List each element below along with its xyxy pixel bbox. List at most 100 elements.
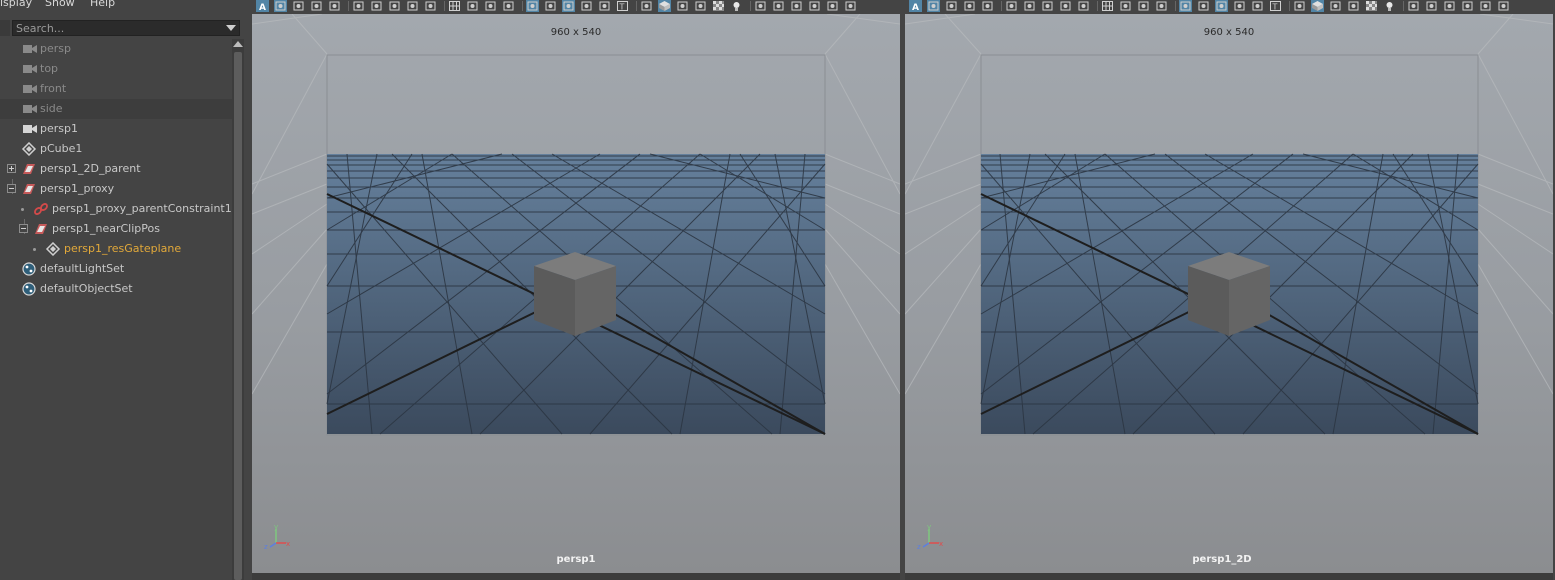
outliner-item[interactable]: persp <box>0 39 232 59</box>
outliner-item[interactable]: persp1_nearClipPos <box>0 219 232 239</box>
bookmark-icon[interactable] <box>310 0 323 12</box>
lock-camera-icon[interactable] <box>1023 0 1036 12</box>
menu-display[interactable]: isplay <box>0 0 32 9</box>
outliner-item[interactable]: front <box>0 79 232 99</box>
camera-2d-icon[interactable] <box>352 0 365 12</box>
depth-icon[interactable] <box>1479 0 1492 12</box>
depth-icon[interactable] <box>826 0 839 12</box>
safe-action-icon[interactable] <box>562 0 575 12</box>
mesh-icon <box>45 241 61 257</box>
camera-icon <box>22 82 38 96</box>
bookmark-tag-icon[interactable] <box>1077 0 1090 12</box>
collapse-icon[interactable] <box>7 184 16 193</box>
smooth-shade-icon[interactable] <box>1293 0 1306 12</box>
ambient-occlusion-icon[interactable] <box>1425 0 1438 12</box>
shaded-cube-icon[interactable] <box>658 0 671 12</box>
texture-icon[interactable] <box>598 0 611 12</box>
smooth-shade-icon[interactable] <box>640 0 653 12</box>
texture-icon[interactable] <box>1251 0 1264 12</box>
resolution-gate-icon[interactable] <box>1137 0 1150 12</box>
outliner-item[interactable]: pCube1 <box>0 139 232 159</box>
outliner-item[interactable]: defaultLightSet <box>0 259 232 279</box>
film-gate-icon[interactable] <box>466 0 479 12</box>
gate-mask-icon[interactable] <box>1197 0 1210 12</box>
outliner-item[interactable]: persp1_resGateplane <box>0 239 232 259</box>
text-icon[interactable]: T <box>616 0 629 12</box>
camera-attr-icon[interactable] <box>292 0 305 12</box>
outliner-item[interactable]: top <box>0 59 232 79</box>
camera-move-icon[interactable] <box>388 0 401 12</box>
outliner-item[interactable]: persp1_proxy <box>0 179 232 199</box>
light-icon[interactable] <box>730 0 743 12</box>
svg-text:x: x <box>939 540 943 548</box>
resolution-gate-icon[interactable] <box>484 0 497 12</box>
outliner-item[interactable]: persp1 <box>0 119 232 139</box>
lock-camera-icon[interactable] <box>370 0 383 12</box>
outliner-item[interactable]: side <box>0 99 232 119</box>
menu-help[interactable]: Help <box>90 0 115 9</box>
isolate-icon[interactable] <box>1497 0 1510 12</box>
letter-a-icon[interactable]: A <box>256 0 269 12</box>
letter-a-icon[interactable]: A <box>909 0 922 12</box>
outliner-item-label: top <box>40 62 59 75</box>
grid-display-icon[interactable] <box>1101 0 1114 12</box>
ambient-occlusion-icon[interactable] <box>772 0 785 12</box>
light-icon[interactable] <box>1383 0 1396 12</box>
bookmark-icon[interactable] <box>963 0 976 12</box>
select-camera-icon[interactable] <box>927 0 940 12</box>
wireframe-icon[interactable] <box>526 0 539 12</box>
image-plane-icon[interactable] <box>981 0 994 12</box>
field-chart-icon[interactable] <box>1155 0 1168 12</box>
field-chart-icon[interactable] <box>502 0 515 12</box>
gate-mask-icon[interactable] <box>544 0 557 12</box>
viewport-persp1-2d[interactable]: 960 x 540 y x z persp1_2D <box>905 14 1553 573</box>
xray-icon[interactable] <box>1347 0 1360 12</box>
image-plane-icon[interactable] <box>328 0 341 12</box>
outliner-item-label: persp1_proxy_parentConstraint1 <box>52 202 232 215</box>
shadow-icon[interactable] <box>1407 0 1420 12</box>
viewport-persp1[interactable]: 960 x 540 y x z persp1 <box>252 14 900 573</box>
camera-attr-icon[interactable] <box>945 0 958 12</box>
checker-icon[interactable] <box>712 0 725 12</box>
antialias-icon[interactable] <box>808 0 821 12</box>
tree-dot <box>21 208 24 211</box>
grease-pencil-icon[interactable] <box>1059 0 1072 12</box>
safe-title-icon[interactable] <box>580 0 593 12</box>
outliner-item-label: pCube1 <box>40 142 83 155</box>
collapse-icon[interactable] <box>19 224 28 233</box>
safe-title-icon[interactable] <box>1233 0 1246 12</box>
bookmark-tag-icon[interactable] <box>424 0 437 12</box>
motion-blur-icon[interactable] <box>1443 0 1456 12</box>
checker-icon[interactable] <box>1365 0 1378 12</box>
search-grip[interactable] <box>0 20 10 36</box>
lighting-icon[interactable] <box>1329 0 1342 12</box>
search-input[interactable] <box>12 20 240 36</box>
grid-display-icon[interactable] <box>448 0 461 12</box>
lighting-icon[interactable] <box>676 0 689 12</box>
film-gate-icon[interactable] <box>1119 0 1132 12</box>
wireframe-icon[interactable] <box>1179 0 1192 12</box>
camera-2d-icon[interactable] <box>1005 0 1018 12</box>
grease-pencil-icon[interactable] <box>406 0 419 12</box>
scroll-up-icon[interactable] <box>233 41 243 47</box>
outliner-item[interactable]: persp1_proxy_parentConstraint1 <box>0 199 232 219</box>
menu-show[interactable]: Show <box>45 0 75 9</box>
scrollbar-thumb[interactable] <box>234 52 242 580</box>
select-camera-icon[interactable] <box>274 0 287 12</box>
xray-icon[interactable] <box>694 0 707 12</box>
expand-icon[interactable] <box>7 164 16 173</box>
isolate-icon[interactable] <box>844 0 857 12</box>
motion-blur-icon[interactable] <box>790 0 803 12</box>
shaded-cube-icon[interactable] <box>1311 0 1324 12</box>
camera-icon <box>22 42 38 56</box>
outliner-item[interactable]: defaultObjectSet <box>0 279 232 299</box>
text-icon[interactable]: T <box>1269 0 1282 12</box>
outliner-item[interactable]: persp1_2D_parent <box>0 159 232 179</box>
transform-icon <box>21 162 37 176</box>
search-dropdown-icon[interactable] <box>226 25 236 31</box>
camera-move-icon[interactable] <box>1041 0 1054 12</box>
viewport-toolbar: AT <box>905 0 1553 14</box>
antialias-icon[interactable] <box>1461 0 1474 12</box>
safe-action-icon[interactable] <box>1215 0 1228 12</box>
shadow-icon[interactable] <box>754 0 767 12</box>
